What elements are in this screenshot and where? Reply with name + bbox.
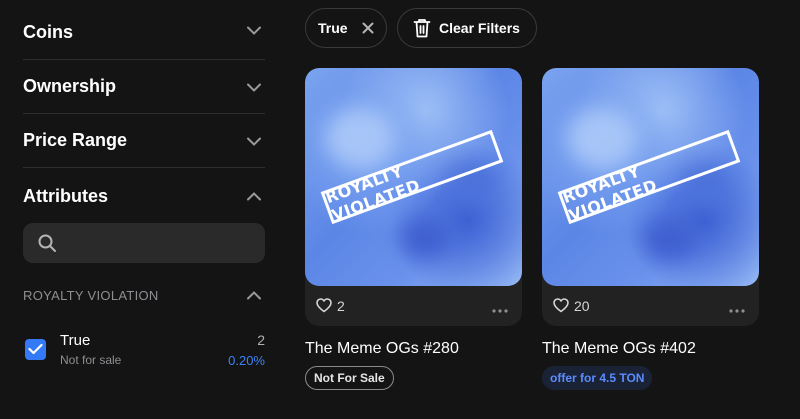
card-title[interactable]: The Meme OGs #280 [305, 340, 522, 358]
attribute-count: 2 [257, 332, 265, 348]
thumb-blob [567, 108, 637, 168]
offer-prefix: offer for [550, 371, 596, 385]
more-icon[interactable] [729, 301, 745, 313]
checkbox-checked[interactable] [25, 339, 46, 360]
nft-card[interactable]: ROYALTY VIOLATED 20 The Meme OGs #402 of… [542, 68, 759, 390]
chevron-down-icon [247, 137, 261, 146]
attribute-option-true[interactable]: True Not for sale 2 0.20% [23, 329, 265, 373]
chevron-up-icon [247, 291, 261, 300]
group-label: ROYALTY VIOLATION [23, 287, 159, 303]
more-icon[interactable] [492, 301, 508, 313]
clear-filters-button[interactable]: Clear Filters [397, 8, 537, 48]
check-icon [28, 343, 43, 355]
card-box: ROYALTY VIOLATED 2 [305, 68, 522, 326]
heart-icon[interactable] [316, 298, 332, 313]
section-label: Ownership [23, 76, 117, 96]
close-icon[interactable] [361, 21, 375, 35]
heart-icon[interactable] [553, 298, 569, 313]
attribute-name: True [60, 332, 91, 349]
thumb-blob [400, 218, 450, 258]
card-footer: 2 [305, 286, 522, 326]
attribute-subtext: Not for sale [60, 353, 122, 367]
card-title[interactable]: The Meme OGs #402 [542, 340, 759, 358]
section-attributes[interactable]: Attributes [23, 168, 265, 224]
section-label: Attributes [23, 185, 108, 206]
chevron-down-icon [247, 26, 261, 35]
chip-label: True [318, 20, 348, 36]
section-coins[interactable]: Coins [23, 0, 265, 60]
section-price-range[interactable]: Price Range [23, 114, 265, 168]
nft-thumbnail[interactable]: ROYALTY VIOLATED [542, 68, 759, 286]
offer-amount: 4.5 TON [599, 371, 645, 385]
search-icon [37, 233, 57, 253]
thumb-blob [325, 108, 395, 168]
section-ownership[interactable]: Ownership [23, 60, 265, 114]
card-footer: 20 [542, 286, 759, 326]
like-count: 2 [337, 298, 345, 314]
section-label: Price Range [23, 130, 128, 150]
attribute-search [23, 223, 265, 263]
not-for-sale-badge: Not For Sale [305, 366, 394, 390]
thumb-blob [642, 218, 697, 260]
clear-filters-label: Clear Filters [439, 20, 520, 36]
filter-sidebar: Coins Ownership Price Range Attributes R… [23, 0, 265, 373]
chevron-up-icon [247, 192, 261, 201]
card-box: ROYALTY VIOLATED 20 [542, 68, 759, 326]
search-input[interactable] [67, 223, 257, 263]
group-royalty-violation[interactable]: ROYALTY VIOLATION [23, 285, 265, 305]
nft-thumbnail[interactable]: ROYALTY VIOLATED [305, 68, 522, 286]
attribute-percent: 0.20% [228, 353, 265, 368]
offer-badge: offer for 4.5 TON [542, 366, 653, 390]
like-count: 20 [574, 298, 590, 314]
active-filter-chip[interactable]: True [305, 8, 387, 48]
nft-card[interactable]: ROYALTY VIOLATED 2 The Meme OGs #280 Not… [305, 68, 522, 390]
chevron-down-icon [247, 83, 261, 92]
trash-icon [413, 18, 431, 38]
section-label: Coins [23, 22, 74, 42]
